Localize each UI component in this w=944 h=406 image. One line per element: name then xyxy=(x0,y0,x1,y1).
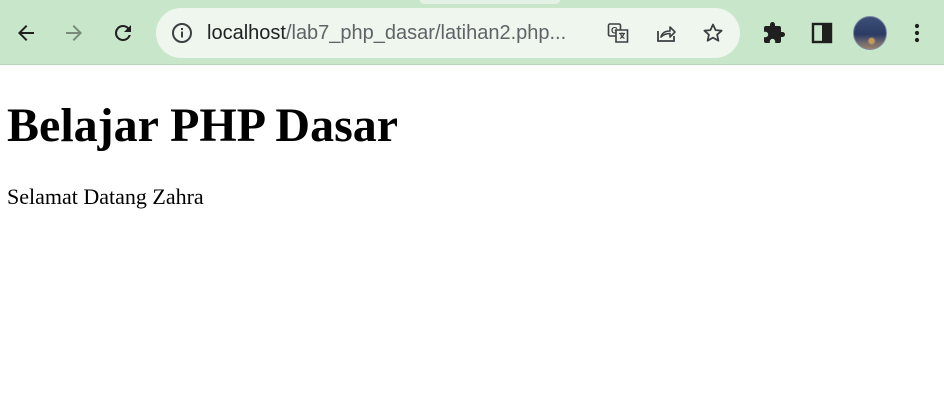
menu-icon xyxy=(914,23,920,43)
translate-button[interactable]: G xyxy=(604,19,632,47)
extensions-icon xyxy=(764,22,785,43)
profile-avatar[interactable] xyxy=(853,16,887,50)
info-icon[interactable] xyxy=(170,21,194,45)
arrow-left-icon xyxy=(18,25,34,41)
extensions-button[interactable] xyxy=(755,14,793,52)
active-tab-edge[interactable] xyxy=(420,0,560,4)
browser-toolbar: localhost/lab7_php_dasar/latihan2.php...… xyxy=(0,0,944,65)
side-panel-icon xyxy=(811,22,833,44)
share-button[interactable] xyxy=(652,19,680,47)
page-content: Belajar PHP Dasar Selamat Datang Zahra xyxy=(0,66,944,406)
bookmark-star-icon xyxy=(703,23,723,42)
arrow-right-icon xyxy=(66,25,82,41)
address-bar[interactable]: localhost/lab7_php_dasar/latihan2.php...… xyxy=(156,8,740,58)
side-panel-button[interactable] xyxy=(803,14,841,52)
page-heading: Belajar PHP Dasar xyxy=(7,99,399,152)
url-path: /lab7_php_dasar/latihan2.php... xyxy=(285,22,567,44)
translate-icon: G xyxy=(607,23,629,43)
url-host: localhost xyxy=(207,22,286,44)
back-button[interactable] xyxy=(7,14,45,52)
reload-icon xyxy=(114,24,131,41)
url-text[interactable]: localhost/lab7_php_dasar/latihan2.php... xyxy=(207,20,566,46)
forward-button[interactable] xyxy=(55,14,93,52)
bookmark-button[interactable] xyxy=(699,19,727,47)
share-icon xyxy=(657,26,676,42)
greeting-text: Selamat Datang Zahra xyxy=(7,184,204,209)
menu-button[interactable] xyxy=(898,14,936,52)
reload-button[interactable] xyxy=(104,14,142,52)
